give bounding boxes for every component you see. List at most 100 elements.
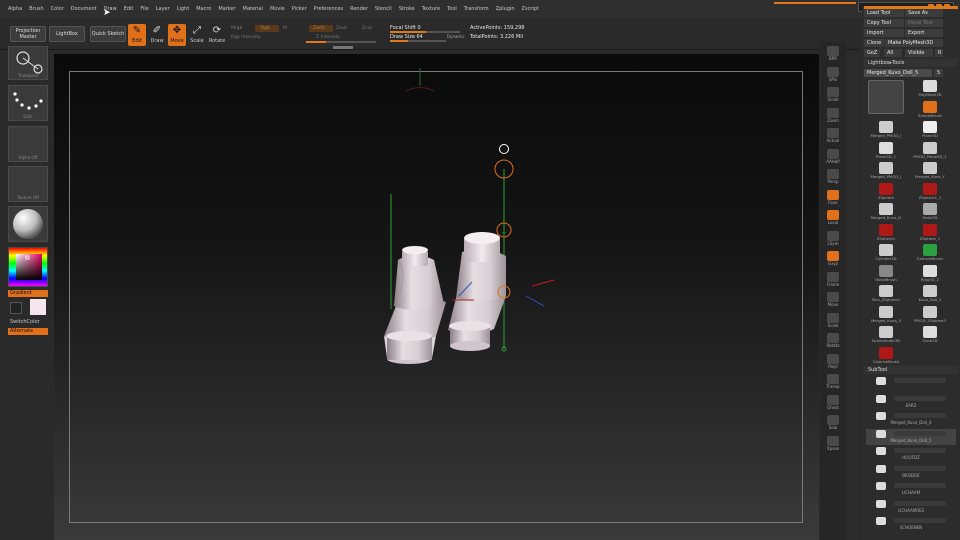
tool-thumb-merged-pmod-[interactable]: Merged_PMOD_(	[866, 121, 906, 141]
subtool-visibility-toggles[interactable]	[894, 413, 946, 418]
nav-aahalf-button[interactable]: AAHalf	[823, 148, 843, 167]
z-intensity-slider[interactable]	[306, 41, 376, 43]
tool-thumb-pmod-zsphere3[interactable]: PMOD_ZSphere3	[910, 305, 950, 326]
menu-stroke[interactable]: Stroke	[399, 6, 415, 12]
transpose-start-circle[interactable]	[499, 144, 509, 154]
subtool-visibility-toggles[interactable]	[894, 465, 946, 471]
subtool-row[interactable]: Merged_Kuvo_Doll_4	[866, 411, 956, 427]
rotate-mode-button[interactable]: ⟳ Rotate	[208, 24, 226, 46]
lightbox-button[interactable]: LightBox	[49, 26, 85, 42]
nav-spix-button[interactable]: SPix	[823, 66, 843, 85]
edit-mode-button[interactable]: ✎ Edit	[128, 24, 146, 46]
menu-preferences[interactable]: Preferences	[314, 6, 343, 12]
tool-thumb-skin-zsphere1[interactable]: Skin_ZSphere1	[866, 285, 906, 305]
nav-floor-button[interactable]: Floor	[823, 189, 843, 208]
menu-macro[interactable]: Macro	[196, 6, 211, 12]
subtool-header[interactable]: SubTool	[864, 366, 958, 374]
current-tool-label[interactable]: Merged_Kuvo_Doll_5	[864, 69, 932, 77]
menu-color[interactable]: Color	[51, 6, 64, 12]
subtool-visibility-toggles[interactable]	[894, 395, 946, 401]
tool-thumb-colorizebrush[interactable]: ColorizeBrush	[866, 346, 906, 367]
draw-size-slider[interactable]	[390, 40, 446, 42]
current-tool-thumbnail[interactable]	[866, 80, 906, 120]
menu-tool[interactable]: Tool	[447, 6, 457, 12]
shelf-scrollbar[interactable]	[333, 46, 353, 49]
menu-movie[interactable]: Movie	[270, 6, 285, 12]
move-mode-button[interactable]: ✥ Move	[168, 24, 186, 46]
nav-persp-button[interactable]: Persp	[823, 169, 843, 187]
tool-thumb-plane3d[interactable]: Plane3D	[910, 121, 950, 141]
tool-thumb-ring3d-2[interactable]: Ring3D_2	[910, 264, 950, 285]
nav-scale-button[interactable]: Scale	[823, 312, 843, 331]
dynamic-toggle[interactable]: Dynamic	[447, 34, 465, 39]
material-slot[interactable]	[8, 206, 48, 242]
nav-local-button[interactable]: Local	[823, 210, 843, 228]
tool-thumb-plane3d-1[interactable]: Plane3D_1	[866, 141, 906, 162]
nav-rotate-button[interactable]: Rotate	[823, 333, 843, 351]
nav-frame-button[interactable]: Frame	[823, 271, 843, 290]
menu-render[interactable]: Render	[350, 6, 368, 12]
switch-color-button[interactable]: SwitchColor	[8, 319, 40, 326]
nav-bpr-button[interactable]: BPR	[823, 46, 843, 64]
tool-thumb-kuvo-doll-3[interactable]: Kuvo_Doll_3	[910, 285, 950, 305]
projection-master-button[interactable]: Projection Master	[10, 26, 46, 42]
tool-thumb-helix3d[interactable]: Helix3D	[910, 203, 950, 223]
goz-button[interactable]: GoZ	[864, 49, 880, 57]
make-polymesh-button[interactable]: Make PolyMesh3D	[885, 39, 943, 47]
nav-scroll-button[interactable]: Scroll	[823, 87, 843, 105]
nav-ghost-button[interactable]: Ghost	[823, 394, 843, 413]
tool-thumb-noisebrush[interactable]: NoiseBrush	[866, 264, 906, 285]
menu-document[interactable]: Document	[71, 6, 97, 12]
nav-xpose-button[interactable]: Xpose	[823, 435, 843, 454]
subtool-row[interactable]	[866, 376, 956, 392]
alpha-slot[interactable]: Alpha Off	[8, 126, 48, 162]
goz-all-button[interactable]: All	[884, 49, 902, 57]
menu-edit[interactable]: Edit	[124, 6, 134, 12]
stroke-slot[interactable]: Dots	[8, 85, 48, 121]
nav-transp-button[interactable]: Transp	[823, 374, 843, 392]
m-label[interactable]: M	[283, 26, 287, 31]
tool-thumb-zsphere1-1[interactable]: ZSphere1_1	[910, 182, 950, 203]
nav-solo-button[interactable]: Solo	[823, 415, 843, 433]
transpose-brush-slot[interactable]: Transpose	[8, 46, 48, 80]
nav-gxyz-button[interactable]: Gxyz	[823, 251, 843, 269]
menu-stencil[interactable]: Stencil	[375, 6, 392, 12]
subtool-visibility-toggles[interactable]	[894, 378, 946, 383]
secondary-color-swatch[interactable]	[10, 302, 22, 314]
color-picker[interactable]	[8, 247, 48, 287]
tool-thumb-cone3d[interactable]: Cone3D	[910, 326, 950, 346]
tool-thumb-pmod-plane3d-1[interactable]: PMOD_Plane3D_1	[910, 141, 950, 162]
subtool-visibility-toggles[interactable]	[894, 500, 946, 506]
tool-thumb-merged-kuvo-d[interactable]: Merged_Kuvo_D	[866, 203, 906, 223]
left-doll-leg[interactable]	[384, 246, 446, 364]
menu-marker[interactable]: Marker	[218, 6, 235, 12]
menu-file[interactable]: File	[140, 6, 148, 12]
menu-layer[interactable]: Layer	[156, 6, 170, 12]
tool-thumb-zsphere[interactable]: ZSphere	[866, 182, 906, 203]
copy-tool-button[interactable]: Copy Tool	[864, 19, 904, 27]
nav-zoom-button[interactable]: Zoom	[823, 107, 843, 126]
menu-brush[interactable]: Brush	[29, 6, 43, 12]
clone-button[interactable]: Clone	[864, 39, 884, 47]
zsub-label[interactable]: Zsub	[336, 26, 347, 31]
tool-thumb-simplebrush[interactable]: SimpleBrush	[910, 100, 950, 121]
zadd-toggle[interactable]: Zadd	[309, 25, 333, 32]
alternate-button[interactable]: Alternate	[8, 328, 48, 335]
tool-thumb-polymesh3d[interactable]: PolyMesh3D	[910, 80, 950, 100]
import-button[interactable]: Import	[864, 29, 904, 37]
menu-texture[interactable]: Texture	[422, 6, 440, 12]
tool-thumb-zsphere1[interactable]: ZSphere1	[866, 223, 906, 244]
tool-thumb-merged-pmod-[interactable]: Merged_PMOD_(	[866, 162, 906, 182]
main-color-swatch[interactable]	[30, 299, 46, 315]
nav-actual-button[interactable]: Actual	[823, 128, 843, 146]
mrgb-label[interactable]: Mrgb	[231, 26, 242, 31]
z-intensity-label[interactable]: Z Intensity	[316, 35, 340, 40]
save-as-button[interactable]: Save As	[905, 9, 943, 17]
menu-light[interactable]: Light	[177, 6, 189, 12]
draw-mode-button[interactable]: ✐ Draw	[148, 24, 166, 46]
export-button[interactable]: Export	[905, 29, 943, 37]
subtool-visibility-toggles[interactable]	[894, 483, 946, 488]
tool-thumb-cylinder3d[interactable]: Cylinder3D	[866, 244, 906, 264]
zcut-label[interactable]: Zcut	[362, 26, 372, 31]
subtool-row[interactable]: EARZ	[866, 394, 956, 410]
